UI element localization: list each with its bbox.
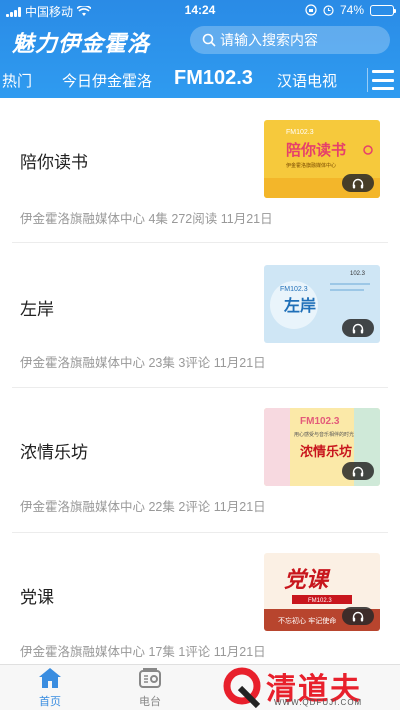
thumb-sub-text: 102.3	[350, 271, 366, 277]
watermark-logo: 清道夫 WWW.QDFUJI.COM	[222, 664, 400, 710]
watermark-q-icon	[223, 667, 261, 708]
list-item[interactable]: 浓情乐坊 FM102.3 用心感受与音乐相伴的时光 浓情乐坊 伊金霍洛旗融媒体中…	[0, 388, 400, 533]
item-meta: 伊金霍洛旗融媒体中心 17集 1评论 11月21日	[20, 645, 266, 659]
headphones-icon[interactable]	[342, 607, 374, 625]
watermark-url: WWW.QDFUJI.COM	[274, 698, 363, 707]
thumb-main-text: 浓情乐坊	[300, 444, 352, 460]
search-icon	[202, 33, 216, 47]
tab-home[interactable]: 首页	[20, 667, 80, 709]
item-thumbnail: FM102.3 陪你读书 伊金霍洛旗融媒体中心	[264, 120, 380, 198]
item-thumbnail: FM102.3 左岸 102.3	[264, 265, 380, 343]
tab-radio[interactable]: 电台	[120, 667, 180, 709]
thumb-top-text: FM102.3	[300, 416, 340, 427]
divider	[367, 68, 368, 92]
item-meta: 伊金霍洛旗融媒体中心 23集 3评论 11月21日	[20, 356, 266, 370]
search-placeholder: 请输入搜索内容	[220, 32, 318, 48]
battery-icon	[370, 4, 396, 16]
thumb-sub-text: 伊金霍洛旗融媒体中心	[286, 162, 336, 169]
list-item[interactable]: 左岸 FM102.3 左岸 102.3 伊金霍洛旗融媒体中心 23集 3评论 1…	[0, 243, 400, 388]
item-title: 左岸	[20, 300, 54, 319]
radio-icon	[139, 668, 161, 688]
item-title: 党课	[20, 588, 54, 607]
thumb-main-text: 党课	[284, 567, 331, 593]
thumb-sub-text: 不忘初心 牢记使命	[278, 616, 336, 625]
home-icon	[39, 668, 61, 688]
top-bar: 中国移动 14:24 74% 魅力伊金霍洛 请输入搜索内容 热门 今日伊金霍洛 …	[0, 0, 400, 98]
headphones-icon[interactable]	[342, 319, 374, 337]
tab-fm1023[interactable]: FM102.3	[174, 67, 253, 90]
tab-chinese-tv[interactable]: 汉语电视	[277, 70, 337, 91]
thumb-top-text: FM102.3	[308, 598, 332, 604]
tab-hot[interactable]: 热门	[2, 70, 32, 91]
list-item[interactable]: 党课 党课 FM102.3 不忘初心 牢记使命 伊金霍洛旗融媒体中心 17集 1…	[0, 533, 400, 678]
header: 魅力伊金霍洛 请输入搜索内容	[0, 24, 400, 58]
thumb-main-text: 左岸	[283, 296, 316, 315]
headphones-icon[interactable]	[342, 174, 374, 192]
tab-radio-label: 电台	[139, 696, 161, 708]
thumb-main-text: 陪你读书	[286, 141, 346, 159]
item-meta: 伊金霍洛旗融媒体中心 4集 272阅读 11月21日	[20, 212, 273, 226]
item-thumbnail: 党课 FM102.3 不忘初心 牢记使命	[264, 553, 380, 631]
item-title: 浓情乐坊	[20, 443, 88, 462]
item-thumbnail: FM102.3 用心感受与音乐相伴的时光 浓情乐坊	[264, 408, 380, 486]
list-item[interactable]: 陪你读书 FM102.3 陪你读书 伊金霍洛旗融媒体中心 伊金霍洛旗融媒体中心 …	[0, 98, 400, 243]
thumb-top-text: FM102.3	[286, 129, 314, 136]
orientation-lock-icon	[305, 4, 317, 16]
tab-home-label: 首页	[39, 696, 61, 708]
item-title: 陪你读书	[20, 153, 88, 172]
item-meta: 伊金霍洛旗融媒体中心 22集 2评论 11月21日	[20, 500, 266, 514]
search-input[interactable]: 请输入搜索内容	[190, 26, 390, 54]
status-bar: 中国移动 14:24 74%	[0, 0, 400, 22]
headphones-icon[interactable]	[342, 462, 374, 480]
menu-icon[interactable]	[372, 70, 394, 90]
battery-percent: 74%	[339, 3, 364, 17]
app-logo: 魅力伊金霍洛	[12, 31, 151, 56]
category-tabs: 热门 今日伊金霍洛 FM102.3 汉语电视	[0, 62, 400, 98]
alarm-icon	[323, 5, 334, 16]
thumb-top-text: FM102.3	[280, 286, 308, 293]
thumb-sub-text: 用心感受与音乐相伴的时光	[294, 431, 354, 438]
tab-today[interactable]: 今日伊金霍洛	[62, 70, 152, 91]
